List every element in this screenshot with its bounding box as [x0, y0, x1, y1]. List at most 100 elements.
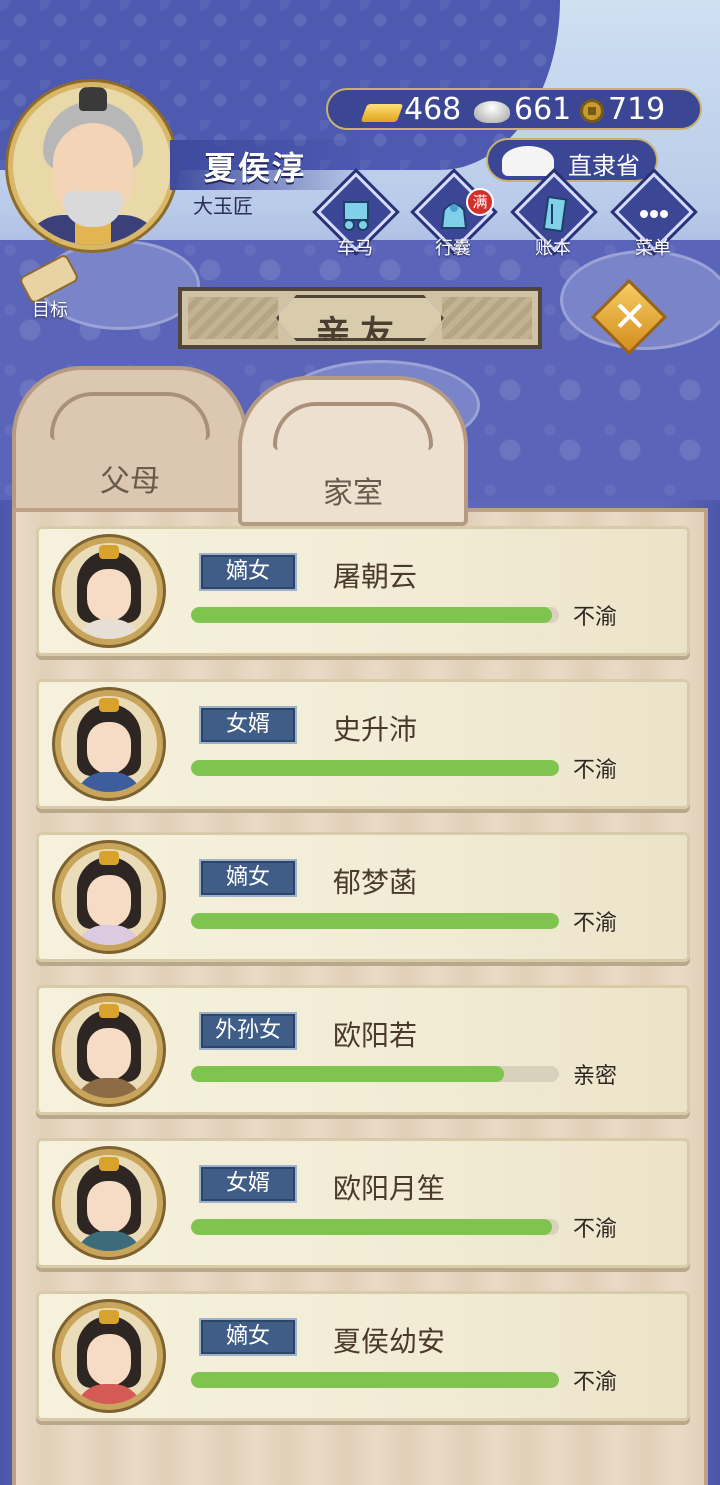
affinity-bar-fill [191, 1066, 504, 1082]
title-chevrons-right [442, 297, 532, 339]
list-item[interactable]: 嫡女 屠朝云不渝 [36, 526, 690, 656]
affinity-bar [191, 1372, 559, 1388]
affinity-bar [191, 607, 559, 623]
affinity-status: 亲密 [573, 1064, 618, 1089]
tab-parents[interactable]: 父母 [12, 366, 248, 516]
member-portrait[interactable] [55, 690, 163, 798]
portrait-outfit [75, 619, 143, 639]
bag-button[interactable]: 满 行囊 [410, 172, 496, 266]
affinity-bar [191, 913, 559, 929]
member-name: 夏侯幼安 [333, 1325, 446, 1358]
portrait-face [87, 1028, 131, 1080]
region-button[interactable]: 直隶省 [486, 138, 658, 182]
affinity-bar-fill [191, 913, 559, 929]
bag-full-badge: 满 [466, 188, 494, 216]
hair-ornament-icon [99, 698, 119, 712]
affinity-status: 不渝 [573, 911, 618, 936]
portrait-face [87, 722, 131, 774]
player-title: 大玉匠 [193, 194, 253, 218]
affinity-status: 不渝 [573, 605, 618, 630]
panel-title-plate: 亲友 [178, 287, 542, 349]
tab-family[interactable]: 家室 [238, 376, 468, 526]
member-portrait[interactable] [55, 537, 163, 645]
list-item[interactable]: 嫡女 郁梦菡不渝 [36, 832, 690, 962]
copper-coin-icon [580, 99, 604, 123]
portrait-outfit [75, 1231, 143, 1251]
goal-button[interactable]: 目标 [10, 253, 90, 322]
more-icon [640, 210, 668, 218]
family-list[interactable]: 嫡女 屠朝云 不渝 女婿 史升沛 不渝 嫡女 郁梦菡 不渝 外孙女 欧阳若 亲密 女婿 欧阳月笙 不渝 嫡女夏… [12, 508, 708, 1485]
affinity-bar [191, 1219, 559, 1235]
affinity-status: 不渝 [573, 758, 618, 783]
list-item[interactable]: 外孙女 欧阳若亲密 [36, 985, 690, 1115]
region-label: 直隶省 [568, 152, 640, 180]
player-avatar[interactable] [8, 82, 176, 250]
affinity-bar-fill [191, 1372, 559, 1388]
gold-ingot-icon [360, 104, 404, 122]
portrait-outfit [75, 1078, 143, 1098]
affinity-bar-fill [191, 607, 552, 623]
relation-badge: 嫡女 [199, 553, 297, 591]
list-item[interactable]: 嫡女 夏侯幼安不渝 [36, 1291, 690, 1421]
member-portrait[interactable] [55, 1302, 163, 1410]
member-portrait[interactable] [55, 1149, 163, 1257]
portrait-face [87, 1334, 131, 1386]
hair-ornament-icon [99, 545, 119, 559]
affinity-status: 不渝 [573, 1370, 618, 1395]
relation-badge: 嫡女 [199, 1318, 297, 1356]
affinity-bar-fill [191, 760, 559, 776]
relation-badge: 女婿 [199, 706, 297, 744]
carriage-label: 车马 [337, 238, 373, 259]
member-name: 欧阳月笙 [333, 1172, 446, 1205]
hair-ornament-icon [99, 1004, 119, 1018]
portrait-outfit [75, 925, 143, 945]
ledger-label: 账本 [535, 238, 571, 259]
list-item[interactable]: 女婿 欧阳月笙不渝 [36, 1138, 690, 1268]
coin-currency: 719 [580, 93, 665, 127]
affinity-bar [191, 760, 559, 776]
currency-bar: 468 661 719 [326, 88, 702, 130]
player-name: 夏侯淳 [204, 149, 307, 187]
tab-parents-label: 父母 [100, 464, 160, 499]
relation-badge: 女婿 [199, 1165, 297, 1203]
gold-currency: 468 [360, 93, 461, 127]
silver-currency: 661 [474, 93, 571, 127]
carriage-icon [343, 201, 369, 231]
hair-ornament-icon [99, 1310, 119, 1324]
hair-ornament-icon [99, 1157, 119, 1171]
portrait-face [87, 1181, 131, 1233]
member-name: 史升沛 [333, 713, 418, 746]
silver-amount: 661 [514, 92, 572, 127]
ledger-button[interactable]: 账本 [510, 172, 596, 266]
member-name: 郁梦菡 [333, 866, 418, 899]
member-name: 屠朝云 [333, 560, 418, 593]
official-hat-icon [502, 146, 554, 176]
portrait-face [87, 875, 131, 927]
relation-badge: 外孙女 [199, 1012, 297, 1050]
member-name: 欧阳若 [333, 1019, 418, 1052]
tab-family-label: 家室 [323, 476, 383, 511]
portrait-outfit [75, 1384, 143, 1404]
main-menu-label: 菜单 [635, 238, 671, 259]
cloud-ornament-icon [50, 392, 210, 440]
affinity-bar-fill [191, 1219, 552, 1235]
main-menu-button[interactable]: 菜单 [610, 172, 696, 266]
affinity-bar [191, 1066, 559, 1082]
panel-title: 亲友 [316, 314, 404, 354]
member-portrait[interactable] [55, 843, 163, 951]
hair-ornament-icon [99, 851, 119, 865]
goal-label: 目标 [32, 300, 68, 321]
close-icon[interactable]: ✕ [600, 288, 660, 348]
ledger-icon [542, 196, 568, 232]
relation-badge: 嫡女 [199, 859, 297, 897]
bag-label: 行囊 [435, 238, 471, 259]
affinity-status: 不渝 [573, 1217, 618, 1242]
title-chevrons-left [188, 297, 278, 339]
cloud-ornament-icon [273, 402, 433, 450]
avatar-bun [79, 87, 107, 111]
list-item[interactable]: 女婿 史升沛不渝 [36, 679, 690, 809]
member-portrait[interactable] [55, 996, 163, 1104]
carriage-button[interactable]: 车马 [312, 172, 398, 266]
silver-ingot-icon [474, 101, 510, 123]
title-inner-frame: 亲友 [276, 295, 444, 341]
